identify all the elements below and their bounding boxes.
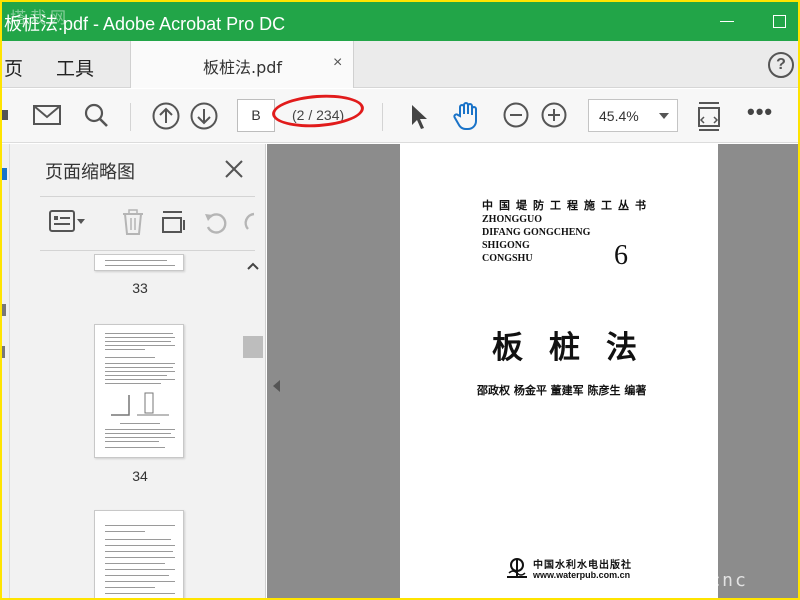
select-cursor-icon[interactable]	[408, 103, 430, 131]
chevron-down-icon	[659, 113, 669, 119]
series-pinyin-line: CONGSHU	[482, 253, 533, 264]
document-tab[interactable]: 板桩法.pdf ×	[130, 41, 354, 88]
previous-page-icon[interactable]	[151, 101, 181, 131]
attachments-icon[interactable]	[2, 344, 10, 360]
series-title: 中国堤防工程施工丛书	[482, 199, 652, 212]
chevron-up-icon[interactable]	[247, 262, 259, 270]
minimize-button[interactable]	[718, 12, 736, 30]
thumbnail-scrollbar[interactable]	[242, 254, 264, 598]
rotate-right-icon[interactable]	[242, 208, 256, 236]
fit-page-icon[interactable]	[696, 99, 724, 133]
book-title: 板桩法	[492, 330, 663, 366]
publisher-name: 中国水利水电出版社	[533, 560, 632, 571]
title-bar: 板桩法.pdf - Adobe Acrobat Pro DC 塔栽网	[2, 2, 798, 41]
highlight-annotation	[270, 91, 366, 131]
email-icon[interactable]	[32, 103, 62, 127]
divider	[40, 250, 255, 251]
zoom-level-value: 45.4%	[599, 108, 639, 124]
publisher-block: 中国水利水电出版社 www.waterpub.com.cn	[505, 556, 635, 580]
tab-strip: 页 工具 板桩法.pdf × ?	[2, 41, 798, 88]
rotate-left-icon[interactable]	[202, 208, 230, 236]
next-page-icon[interactable]	[189, 101, 219, 131]
authors-line: 邵政权 杨金平 董建军 陈彦生 编著	[477, 384, 647, 397]
maximize-button[interactable]	[770, 12, 788, 30]
thumbnail-panel: 页面缩略图 33 34	[10, 144, 266, 598]
document-tab-label: 板桩法.pdf	[203, 58, 283, 77]
page-thumbnail[interactable]	[94, 254, 184, 271]
bookmarks-icon[interactable]	[2, 302, 10, 318]
page-number-input[interactable]: B	[237, 99, 275, 132]
zoom-level-select[interactable]: 45.4%	[588, 99, 678, 132]
trash-icon[interactable]	[120, 208, 146, 236]
navigation-rail	[2, 144, 10, 598]
divider	[40, 196, 255, 197]
panel-title: 页面缩略图	[45, 162, 135, 183]
toolbar-separator	[382, 103, 383, 131]
thumbnail-figure	[111, 392, 169, 416]
volume-number: 6	[614, 240, 628, 271]
tab-home[interactable]: 页	[4, 54, 23, 81]
close-tab-icon[interactable]: ×	[333, 54, 342, 72]
publisher-url: www.waterpub.com.cn	[533, 570, 631, 580]
corner-watermark: www.cnc	[658, 570, 748, 591]
series-pinyin-line: SHIGONG	[482, 240, 530, 251]
scrollbar-thumb[interactable]	[243, 336, 263, 358]
page-thumbnail[interactable]	[94, 324, 184, 458]
more-tools-icon[interactable]: •••	[747, 99, 773, 125]
options-menu-icon[interactable]	[48, 208, 88, 234]
search-icon[interactable]	[82, 101, 110, 129]
pdf-page: 中国堤防工程施工丛书 ZHONGGUO DIFANG GONGCHENG SHI…	[400, 144, 718, 598]
publisher-logo-icon	[507, 558, 527, 578]
tab-tools[interactable]: 工具	[56, 54, 94, 81]
collapse-panel-icon[interactable]	[273, 380, 280, 392]
thumbnail-list: 33 34	[38, 254, 242, 598]
toolbar-separator	[130, 103, 131, 131]
site-watermark: 塔栽网	[10, 8, 71, 27]
insert-page-icon[interactable]	[160, 208, 188, 236]
zoom-out-icon[interactable]	[502, 101, 530, 129]
acrobat-window: 板桩法.pdf - Adobe Acrobat Pro DC 塔栽网 页 工具 …	[2, 2, 798, 598]
close-panel-icon[interactable]	[223, 158, 245, 180]
thumbnail-page-number: 33	[132, 280, 148, 296]
page-thumbnails-icon[interactable]	[2, 166, 10, 182]
toolbar: B (2 / 234) 45.4% •••	[2, 89, 798, 143]
print-icon[interactable]	[2, 107, 12, 125]
series-pinyin-line: ZHONGGUO	[482, 214, 543, 225]
page-thumbnail[interactable]	[94, 510, 184, 598]
help-icon[interactable]: ?	[768, 52, 794, 78]
series-pinyin-line: DIFANG GONGCHENG	[482, 227, 591, 238]
hand-tool-icon[interactable]	[452, 100, 482, 132]
thumbnail-page-number: 34	[132, 468, 148, 484]
zoom-in-icon[interactable]	[540, 101, 568, 129]
